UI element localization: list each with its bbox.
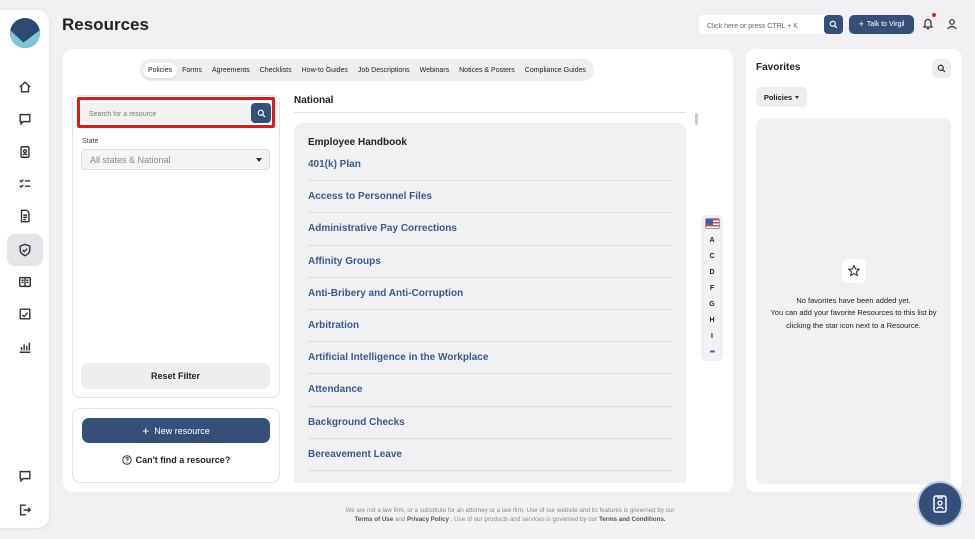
resource-list: Employee Handbook 401(k) Plan Access to P… [294, 123, 686, 483]
list-item[interactable]: Affinity Groups [308, 246, 672, 278]
footer-and: and [394, 516, 406, 523]
page-title: Resources [62, 15, 149, 34]
list-item[interactable]: Access to Personnel Files [308, 181, 672, 214]
global-search-button[interactable] [824, 15, 843, 34]
chevron-down-icon [795, 95, 800, 99]
alpha-letter-h[interactable]: H [709, 313, 714, 329]
support-chat-icon[interactable] [7, 462, 43, 490]
new-resource-label: New resource [154, 425, 210, 436]
divider [294, 112, 686, 113]
new-resource-button[interactable]: + New resource [82, 418, 270, 443]
tab-agreements[interactable]: Agreements [207, 63, 255, 78]
list-item[interactable]: Background Checks [308, 407, 672, 439]
resource-search [81, 103, 271, 125]
list-item[interactable]: Artificial Intelligence in the Workplace [308, 342, 672, 375]
alpha-letter-i[interactable]: I [711, 329, 713, 345]
tab-job-descriptions[interactable]: Job Descriptions [353, 63, 415, 78]
alpha-letter-f[interactable]: F [710, 280, 714, 296]
tab-forms[interactable]: Forms [177, 63, 207, 78]
tab-checklists[interactable]: Checklists [255, 63, 297, 78]
tab-notices-posters[interactable]: Notices & Posters [454, 63, 520, 78]
list-item[interactable]: 401(k) Plan [308, 149, 672, 182]
home-icon[interactable] [7, 73, 43, 101]
alpha-letter-g[interactable]: G [709, 296, 714, 312]
search-icon [829, 20, 838, 29]
alphabet-nav: A C D F G H I ••• [701, 215, 723, 361]
calendar-icon[interactable] [7, 300, 43, 328]
list-item[interactable]: Administrative Pay Corrections [308, 213, 672, 246]
list-item[interactable]: Arbitration [308, 310, 672, 343]
alpha-letter-a[interactable]: A [709, 232, 714, 248]
analytics-icon[interactable] [7, 333, 43, 361]
list-group-title: Employee Handbook [308, 137, 407, 148]
list-item[interactable]: Bereavement Leave [308, 439, 672, 471]
global-search-input[interactable] [699, 17, 823, 36]
alpha-letter-d[interactable]: D [709, 264, 714, 280]
section-title: National [294, 95, 334, 106]
list-item[interactable]: Anti-Bribery and Anti-Corruption [308, 278, 672, 310]
plus-icon: + [142, 423, 150, 438]
id-badge-icon [933, 495, 947, 513]
tab-how-to-guides[interactable]: How-to Guides [297, 63, 353, 78]
terms-conditions-link[interactable]: Terms and Conditions. [599, 516, 666, 523]
help-icon [121, 455, 132, 465]
cant-find-link[interactable]: Can't find a resource? [82, 455, 270, 465]
footer-text2: . Use of our products and services is go… [450, 516, 598, 523]
book-icon[interactable] [7, 268, 43, 296]
talk-to-virgil-button[interactable]: + Talk to Virgil [849, 15, 914, 34]
resource-search-input[interactable] [81, 104, 246, 125]
favorites-empty-message: No favorites have been added yet. You ca… [764, 295, 943, 332]
list-item[interactable]: Attendance [308, 374, 672, 407]
favorites-type-label: Policies [763, 92, 793, 102]
badge-icon[interactable] [7, 138, 43, 166]
state-label: State [82, 138, 99, 145]
app-logo[interactable] [10, 18, 40, 48]
global-search [699, 15, 843, 36]
resource-search-button[interactable] [251, 103, 271, 123]
state-select[interactable]: All states & National [81, 149, 270, 170]
filter-panel [72, 95, 280, 398]
search-icon [257, 109, 265, 117]
notification-dot [932, 13, 936, 17]
tab-webinars[interactable]: Webinars [415, 63, 454, 78]
favorites-empty-line2: You can add your favorite Resources to t… [770, 308, 937, 330]
assistant-chat-button[interactable] [919, 483, 961, 525]
terms-of-use-link[interactable]: Terms of Use [354, 516, 393, 523]
legal-footer: We are not a law firm, or a substitute f… [290, 506, 730, 524]
footer-line1: We are not a law firm, or a substitute f… [345, 507, 675, 514]
talk-to-virgil-label: Talk to Virgil [866, 21, 905, 28]
reset-filter-button[interactable]: Reset Filter [81, 363, 270, 389]
scrollbar-thumb[interactable] [695, 113, 698, 125]
state-select-value: All states & National [90, 154, 171, 165]
favorites-empty-line1: No favorites have been added yet. [796, 296, 911, 305]
plus-icon: + [858, 19, 864, 29]
cant-find-label: Can't find a resource? [135, 455, 231, 465]
search-icon [937, 64, 946, 73]
document-icon[interactable] [7, 202, 43, 230]
tab-compliance-guides[interactable]: Compliance Guides [520, 63, 591, 78]
tab-policies[interactable]: Policies [143, 62, 178, 78]
alpha-letter-c[interactable]: C [709, 248, 714, 264]
privacy-policy-link[interactable]: Privacy Policy [407, 516, 449, 523]
us-flag-icon[interactable] [704, 218, 720, 229]
user-icon[interactable] [946, 18, 958, 30]
chat-icon[interactable] [7, 105, 43, 133]
shield-icon[interactable] [7, 234, 43, 266]
chevron-down-icon [256, 158, 262, 162]
resource-tabs: Policies Forms Agreements Checklists How-to … [140, 59, 594, 81]
star-icon [842, 259, 866, 283]
checklist-icon[interactable] [7, 170, 43, 198]
favorites-type-dropdown[interactable]: Policies [756, 87, 807, 107]
logout-icon[interactable] [7, 496, 43, 524]
bell-icon[interactable] [922, 17, 934, 30]
favorites-search-button[interactable] [932, 59, 951, 78]
more-letters-button[interactable]: ••• [710, 345, 715, 361]
favorites-title: Favorites [756, 62, 801, 73]
